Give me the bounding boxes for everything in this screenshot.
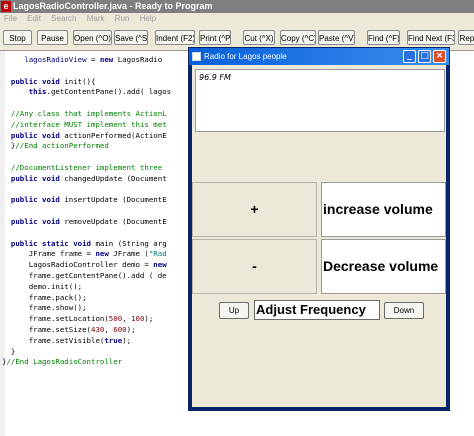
editor-title-bar: e LagosRadioController.java - Ready to P… — [0, 0, 474, 13]
editor-menu-bar: File Edit Search Mark Run Help — [0, 13, 474, 25]
copy-button[interactable]: Copy (^C) — [280, 30, 316, 45]
replace-button[interactable]: Rep — [458, 30, 474, 45]
find-next-button[interactable]: Find Next (F3) — [407, 30, 455, 45]
minimize-icon[interactable]: _ — [403, 50, 416, 63]
radio-title: Radio for Lagos people — [204, 52, 287, 61]
frequency-down-button[interactable]: Down — [384, 302, 424, 319]
menu-help[interactable]: Help — [140, 13, 156, 25]
find-button[interactable]: Find (^F) — [367, 30, 400, 45]
cut-button[interactable]: Cut (^X) — [243, 30, 275, 45]
decrease-volume-label: Decrease volume — [321, 239, 446, 294]
decrease-volume-button[interactable]: - — [192, 239, 317, 294]
frequency-up-button[interactable]: Up — [219, 302, 249, 319]
indent-button[interactable]: Indent (F2) — [155, 30, 195, 45]
adjust-frequency-field[interactable]: Adjust Frequency — [254, 300, 380, 320]
pause-button[interactable]: Pause — [37, 30, 68, 45]
menu-mark[interactable]: Mark — [87, 13, 105, 25]
increase-volume-label: increase volume — [321, 182, 446, 237]
code-text: lagosRadioView = new LagosRadio public v… — [2, 55, 172, 367]
stop-button[interactable]: Stop — [3, 30, 32, 45]
paste-button[interactable]: Paste (^V) — [318, 30, 355, 45]
menu-run[interactable]: Run — [115, 13, 130, 25]
radio-title-bar[interactable]: Radio for Lagos people _ □ × — [189, 48, 449, 65]
radio-content: 96.9 FM + increase volume - Decrease vol… — [192, 65, 446, 407]
menu-file[interactable]: File — [4, 13, 17, 25]
window-icon — [192, 52, 201, 61]
increase-volume-button[interactable]: + — [192, 182, 317, 237]
close-icon[interactable]: × — [433, 50, 446, 63]
maximize-icon[interactable]: □ — [418, 50, 431, 63]
print-button[interactable]: Print (^P) — [199, 30, 231, 45]
editor-toolbar: Stop Pause Open (^O) Save (^S) Indent (F… — [0, 27, 474, 49]
open-button[interactable]: Open (^O) — [73, 30, 112, 45]
editor-title: LagosRadioController.java - Ready to Pro… — [13, 1, 213, 11]
menu-edit[interactable]: Edit — [27, 13, 41, 25]
app-icon: e — [1, 1, 11, 12]
save-button[interactable]: Save (^S) — [114, 30, 148, 45]
menu-search[interactable]: Search — [51, 13, 76, 25]
frequency-display[interactable]: 96.9 FM — [195, 69, 445, 132]
radio-window: Radio for Lagos people _ □ × 96.9 FM + i… — [188, 47, 450, 411]
